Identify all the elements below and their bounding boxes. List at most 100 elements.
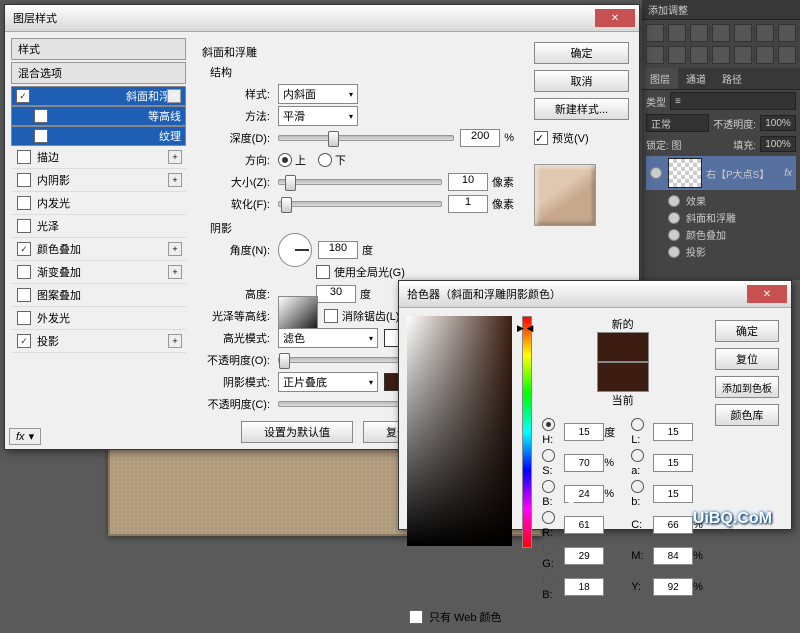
a-input[interactable] — [653, 454, 693, 472]
bl-input[interactable] — [564, 578, 604, 596]
soften-slider[interactable] — [278, 201, 442, 207]
kind-filter[interactable]: ≡ — [670, 92, 796, 110]
style-item[interactable]: ✓颜色叠加+ — [11, 238, 186, 261]
cancel-button[interactable]: 取消 — [534, 70, 629, 92]
style-checkbox[interactable]: ✓ — [17, 334, 31, 348]
depth-slider[interactable] — [278, 135, 454, 141]
style-checkbox[interactable] — [17, 288, 31, 302]
adj-icon[interactable] — [756, 24, 774, 42]
style-checkbox[interactable] — [17, 196, 31, 210]
visibility-icon[interactable] — [668, 229, 680, 241]
l-radio[interactable] — [631, 418, 644, 431]
ok-button[interactable]: 确定 — [534, 42, 629, 64]
style-checkbox[interactable] — [17, 219, 31, 233]
technique-select[interactable]: 平滑▾ — [278, 106, 358, 126]
s-radio[interactable] — [542, 449, 555, 462]
layer-thumbnail[interactable] — [668, 158, 702, 188]
antialias-checkbox[interactable] — [324, 309, 338, 323]
altitude-input[interactable]: 30 — [316, 285, 356, 303]
add-instance-icon[interactable]: + — [168, 242, 182, 256]
size-input[interactable]: 10 — [448, 173, 488, 191]
bl-radio[interactable] — [542, 573, 555, 586]
visibility-icon[interactable] — [650, 167, 662, 179]
style-item[interactable]: 描边+ — [11, 146, 186, 169]
style-checkbox[interactable] — [34, 129, 48, 143]
direction-down-radio[interactable] — [318, 153, 332, 167]
h-radio[interactable] — [542, 418, 555, 431]
direction-up-radio[interactable] — [278, 153, 292, 167]
current-color-swatch[interactable] — [597, 362, 649, 392]
l-input[interactable] — [653, 423, 693, 441]
cp-add-swatch-button[interactable]: 添加到色板 — [715, 376, 779, 398]
adj-icon[interactable] — [646, 24, 664, 42]
fill-value[interactable]: 100% — [760, 136, 796, 152]
g-input[interactable] — [564, 547, 604, 565]
tab-paths[interactable]: 路径 — [714, 68, 750, 89]
style-item[interactable]: 外发光 — [11, 307, 186, 330]
visibility-icon[interactable] — [668, 212, 680, 224]
new-style-button[interactable]: 新建样式... — [534, 98, 629, 120]
add-instance-icon[interactable]: + — [168, 173, 182, 187]
style-checkbox[interactable] — [34, 109, 48, 123]
add-instance-icon[interactable]: + — [168, 150, 182, 164]
style-item[interactable]: 内发光 — [11, 192, 186, 215]
cp-ok-button[interactable]: 确定 — [715, 320, 779, 342]
r-radio[interactable] — [542, 511, 555, 524]
c-input[interactable] — [653, 516, 693, 534]
shadow-mode-select[interactable]: 正片叠底▾ — [278, 372, 378, 392]
s-input[interactable] — [564, 454, 604, 472]
blend-mode-select[interactable]: 正常 — [646, 114, 709, 132]
adj-icon[interactable] — [668, 24, 686, 42]
blend-options-header[interactable]: 混合选项 — [11, 62, 186, 84]
soften-input[interactable]: 1 — [448, 195, 488, 213]
tab-layers[interactable]: 图层 — [642, 68, 678, 89]
m-input[interactable] — [653, 547, 693, 565]
close-button[interactable]: ✕ — [747, 285, 787, 303]
close-button[interactable]: ✕ — [595, 9, 635, 27]
add-instance-icon[interactable]: + — [168, 265, 182, 279]
add-instance-icon[interactable]: + — [168, 334, 182, 348]
preview-checkbox[interactable]: ✓ — [534, 131, 548, 145]
style-checkbox[interactable] — [17, 265, 31, 279]
web-only-checkbox[interactable] — [409, 610, 423, 624]
style-item[interactable]: 等高线 — [11, 106, 186, 126]
highlight-mode-select[interactable]: 滤色▾ — [278, 328, 378, 348]
style-select[interactable]: 内斜面▾ — [278, 84, 358, 104]
adj-icon[interactable] — [778, 46, 796, 64]
a-radio[interactable] — [631, 449, 644, 462]
g-radio[interactable] — [542, 542, 555, 555]
style-checkbox[interactable]: ✓ — [17, 242, 31, 256]
opacity-value[interactable]: 100% — [760, 115, 796, 131]
angle-input[interactable]: 180 — [318, 241, 358, 259]
adj-icon[interactable] — [778, 24, 796, 42]
add-instance-icon[interactable]: + — [167, 89, 181, 103]
cp-cancel-button[interactable]: 复位 — [715, 348, 779, 370]
style-checkbox[interactable] — [17, 173, 31, 187]
adj-icon[interactable] — [712, 46, 730, 64]
visibility-icon[interactable] — [668, 195, 680, 207]
style-item[interactable]: ✓斜面和浮雕+ — [11, 86, 186, 106]
adj-icon[interactable] — [668, 46, 686, 64]
color-field[interactable] — [407, 316, 512, 546]
style-checkbox[interactable]: ✓ — [16, 89, 30, 103]
y-input[interactable] — [653, 578, 693, 596]
lb-input[interactable] — [653, 485, 693, 503]
layer-row[interactable]: 右【P大点S】 fx — [646, 156, 796, 190]
h-input[interactable] — [564, 423, 604, 441]
color-cursor[interactable] — [565, 491, 577, 503]
adj-icon[interactable] — [734, 24, 752, 42]
visibility-icon[interactable] — [668, 246, 680, 258]
cp-library-button[interactable]: 颜色库 — [715, 404, 779, 426]
style-item[interactable]: 纹理 — [11, 126, 186, 146]
fx-menu-button[interactable]: fx▾ — [9, 428, 41, 445]
hue-slider[interactable]: ▶ ◀ — [522, 316, 532, 548]
adj-icon[interactable] — [712, 24, 730, 42]
adj-icon[interactable] — [690, 46, 708, 64]
adj-icon[interactable] — [646, 46, 664, 64]
style-checkbox[interactable] — [17, 150, 31, 164]
fx-badge[interactable]: fx — [784, 168, 792, 179]
depth-input[interactable]: 200 — [460, 129, 500, 147]
adj-icon[interactable] — [734, 46, 752, 64]
adj-icon[interactable] — [690, 24, 708, 42]
style-checkbox[interactable] — [17, 311, 31, 325]
